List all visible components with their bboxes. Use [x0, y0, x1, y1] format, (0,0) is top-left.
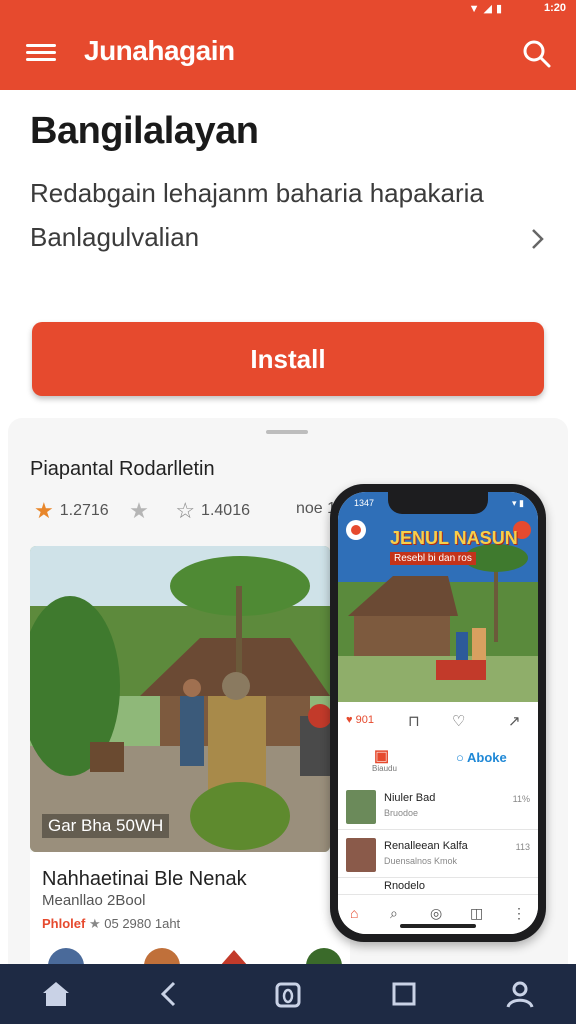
list-item-name: Renalleean Kalfa: [384, 840, 468, 852]
system-nav-bar: [0, 964, 576, 1024]
home-icon[interactable]: [40, 978, 72, 1010]
featured-photo[interactable]: Gar Bha 50WH: [30, 546, 330, 852]
recents-icon[interactable]: [388, 978, 420, 1010]
phone-mockup: JENUL NASUN Resebl bi dan ros 1347 ▾ ▮ ♥…: [330, 484, 546, 942]
sheet-drag-handle[interactable]: [266, 430, 308, 434]
rating-value-3: 1.4016: [201, 502, 250, 519]
phone-action-count[interactable]: ♥ 901: [346, 714, 374, 726]
compass-icon[interactable]: ◎: [430, 905, 442, 922]
list-item-sub: Bruodoe: [384, 808, 419, 818]
star-outline-icon: ☆: [175, 498, 196, 523]
listing-subtitle: Meanllao 2Bool: [42, 892, 146, 909]
tab-left-icon[interactable]: ▣: [374, 746, 389, 766]
avatar: [48, 948, 84, 964]
avatar: [144, 948, 180, 964]
tab-right[interactable]: ○ Aboke: [456, 750, 507, 765]
search-icon[interactable]: ⌕: [390, 905, 398, 922]
phone-action-panel: ♥ 901 ⊓ ♡ ↗ ▣ Biaudu ○ Aboke: [338, 702, 538, 782]
phone-status-icons: ▾ ▮: [512, 498, 524, 508]
phone-banner-image: [338, 492, 538, 702]
heart-icon[interactable]: ♡: [452, 712, 465, 730]
status-time: 1:20: [543, 2, 566, 14]
phone-status-time: 1347: [354, 498, 375, 508]
app-bar: Junahagain: [0, 18, 576, 90]
avatar: [306, 948, 342, 964]
star-gray-icon: ★: [129, 498, 149, 523]
list-item[interactable]: Niuler Bad Bruodoe 11%: [338, 782, 538, 830]
phone-screen: JENUL NASUN Resebl bi dan ros 1347 ▾ ▮ ♥…: [338, 492, 538, 934]
phone-notch: [388, 492, 488, 514]
phone-bottom-nav: ⌂ ⌕ ◎ ◫ ⋮: [338, 894, 538, 934]
install-button[interactable]: Install: [32, 322, 544, 396]
star-filled-icon: ★: [34, 498, 54, 523]
page-heading: Bangilalayan: [30, 110, 259, 152]
more-icon[interactable]: ⋮: [512, 905, 526, 922]
back-icon[interactable]: [154, 978, 186, 1010]
avatar-row: [42, 946, 342, 964]
village-photo-image: [30, 546, 330, 852]
list-item-count: 11%: [512, 794, 530, 804]
listing-card[interactable]: Nahhaetinai Ble Nenak Meanllao 2Bool Phl…: [30, 852, 350, 964]
phone-banner: JENUL NASUN Resebl bi dan ros: [338, 492, 538, 702]
description-line-1: Redabgain lehajanm baharia hapakaria: [30, 178, 484, 208]
share-icon[interactable]: ↗: [508, 712, 521, 730]
notification-icon[interactable]: ◫: [470, 905, 483, 922]
home-icon[interactable]: ⌂: [350, 905, 358, 921]
phone-banner-title: JENUL NASUN: [390, 528, 518, 548]
list-item[interactable]: Renalleean Kalfa Duensalnos Kmok 113: [338, 830, 538, 878]
listing-meta: 05 2980 1aht: [104, 916, 181, 931]
profile-icon[interactable]: [504, 978, 536, 1010]
phone-list: Niuler Bad Bruodoe 11% Renalleean Kalfa …: [338, 782, 538, 898]
photo-caption: Gar Bha 50WH: [42, 814, 170, 838]
search-icon[interactable]: [520, 38, 552, 70]
star-small-icon: ★: [88, 916, 101, 931]
list-item-name: Niuler Bad: [384, 792, 436, 804]
listing-label: Phlolef: [42, 916, 86, 931]
ratings-row: ★ 1.2716 ★ ☆ 1.4016 noe 1D: [34, 498, 348, 524]
listing-meta-row: Phlolef ★ 05 2980 1aht: [42, 916, 180, 932]
list-thumbnail: [346, 838, 376, 872]
phone-banner-subtitle: Resebl bi dan ros: [390, 552, 476, 565]
sheet-title: Piapantal Rodarlletin: [30, 458, 215, 480]
camera-icon[interactable]: [272, 978, 304, 1010]
signal-icons: ▼◢▮: [468, 3, 506, 15]
phone-home-indicator: [400, 924, 476, 928]
list-item-name: Rnodelo: [384, 880, 425, 892]
list-item-count: 113: [515, 842, 530, 852]
rating-value-1: 1.2716: [59, 502, 109, 519]
list-thumbnail: [346, 790, 376, 824]
chevron-right-icon[interactable]: [530, 226, 546, 252]
description-line-2[interactable]: Banlagulvalian: [30, 222, 199, 253]
hamburger-menu-icon[interactable]: [26, 40, 56, 68]
listing-title: Nahhaetinai Ble Nenak: [42, 868, 247, 890]
list-item-sub: Duensalnos Kmok: [384, 856, 458, 866]
tab-left-label: Biaudu: [372, 764, 397, 773]
flag-icon: [221, 950, 247, 964]
status-bar: ▼◢▮ 1:20: [0, 0, 576, 18]
app-title: Junahagain: [84, 35, 235, 66]
bookmark-icon[interactable]: ⊓: [408, 712, 420, 730]
